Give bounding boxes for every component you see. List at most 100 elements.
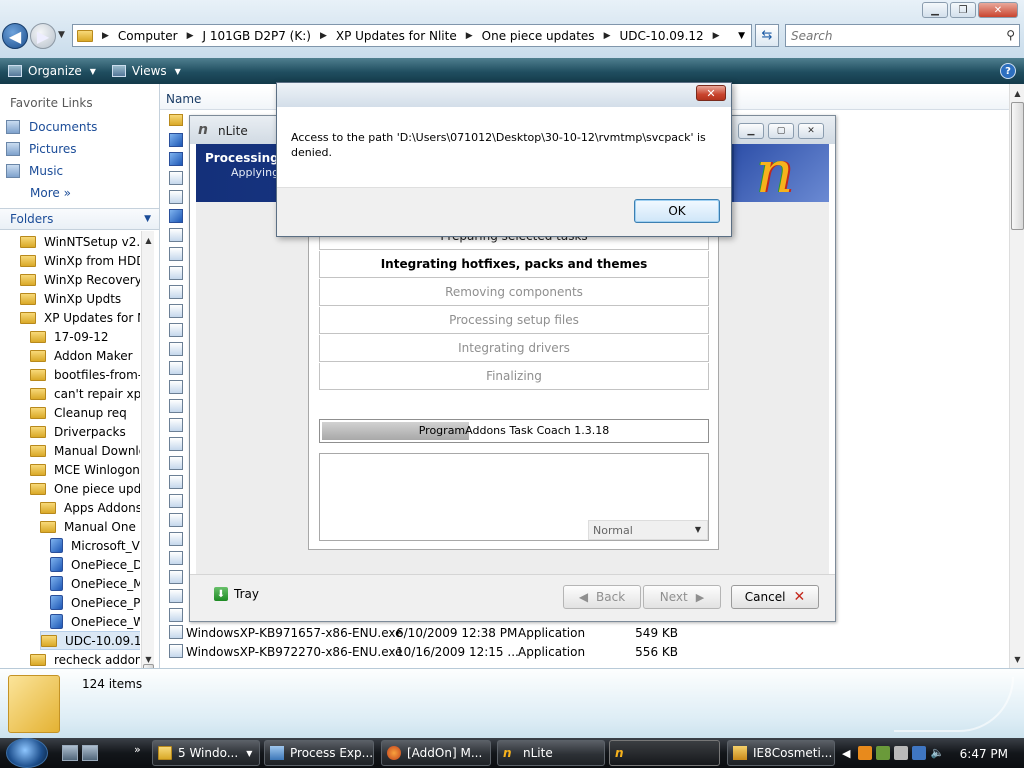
tree-item[interactable]: OnePiece_W (50, 612, 140, 631)
tree-item[interactable]: One piece updat (30, 479, 140, 498)
close-button[interactable]: ✕ (978, 2, 1018, 18)
quick-launch-more-icon[interactable]: » (134, 743, 141, 756)
chevron-right-icon[interactable]: ▶ (466, 31, 473, 41)
taskbar-button-label: IE8Cosmeti... (753, 746, 833, 760)
breadcrumb-xp-updates[interactable]: XP Updates for Nlite (336, 29, 457, 43)
refresh-button[interactable]: ⇆ (755, 24, 779, 47)
tray-app-icon[interactable] (858, 746, 873, 760)
tree-item[interactable]: WinXp Recovery D (20, 270, 140, 289)
tree-item[interactable]: UDC-10.09.12 (40, 631, 140, 650)
tree-item[interactable]: Manual Downloa (30, 441, 140, 460)
chevron-right-icon[interactable]: ▶ (187, 31, 194, 41)
favorite-link-music[interactable]: Music (6, 164, 63, 178)
application-icon (169, 285, 183, 299)
minimize-button[interactable]: ▁ (738, 123, 764, 139)
taskbar-button-process-explorer[interactable]: Process Exp... (264, 740, 374, 766)
back-button[interactable]: ◀ Back (563, 585, 641, 609)
tree-item[interactable]: Apps Addons (40, 498, 140, 517)
tray-expand-icon[interactable]: ◀ (842, 747, 850, 760)
favorite-link-pictures[interactable]: Pictures (6, 142, 77, 156)
minimize-button[interactable]: ▁ (922, 2, 948, 18)
chevron-right-icon[interactable]: ▶ (713, 31, 720, 41)
search-box[interactable]: ⚲ (785, 24, 1020, 47)
tree-item[interactable]: recheck addons (30, 650, 140, 668)
search-icon[interactable]: ⚲ (1006, 28, 1015, 42)
tree-item[interactable]: Microsoft_VC (50, 536, 140, 555)
network-icon[interactable] (912, 746, 927, 760)
tree-item[interactable]: OnePiece_M (50, 574, 140, 593)
address-dropdown-icon[interactable]: ▼ (738, 31, 745, 41)
column-header-name[interactable]: Name (166, 92, 201, 106)
breadcrumb-udc[interactable]: UDC-10.09.12 (619, 29, 703, 43)
start-button[interactable] (6, 738, 48, 768)
table-row[interactable]: WindowsXP-KB971657-x86-ENU.exe 6/10/2009… (168, 623, 678, 642)
close-button[interactable]: ✕ (798, 123, 824, 139)
tree-item[interactable]: XP Updates for Nlit (20, 308, 140, 327)
taskbar-button-ie8cosmetic[interactable]: IE8Cosmeti... (727, 740, 835, 766)
tree-item[interactable]: WinXp Updts (20, 289, 121, 308)
tree-item[interactable]: Manual One Pi (40, 517, 140, 536)
breadcrumb-one-piece[interactable]: One piece updates (482, 29, 595, 43)
help-icon[interactable]: ? (1000, 63, 1016, 79)
scroll-up-icon[interactable]: ▲ (1011, 86, 1024, 100)
folder-icon (20, 311, 36, 324)
tree-item[interactable]: MCE Winlogon N (30, 460, 140, 479)
table-row[interactable]: WindowsXP-KB972270-x86-ENU.exe 10/16/200… (168, 642, 678, 661)
tree-item[interactable]: OnePiece_Di (50, 555, 140, 574)
file-list-scrollbar[interactable]: ▲ ▼ (1009, 84, 1024, 668)
process-explorer-icon (270, 746, 284, 760)
tray-app-icon[interactable] (876, 746, 891, 760)
clock[interactable]: 6:47 PM (960, 747, 1008, 761)
favorite-link-label: Pictures (29, 142, 77, 156)
tree-item[interactable]: OnePiece_Pl (50, 593, 140, 612)
log-box: Normal ▼ (319, 453, 709, 541)
more-link[interactable]: More » (30, 186, 71, 200)
maximize-button[interactable]: ❐ (950, 2, 976, 18)
folders-header[interactable]: Folders ▼ (0, 208, 159, 230)
organize-button[interactable]: Organize ▼ (0, 60, 104, 82)
tree-item[interactable]: Cleanup req (30, 403, 127, 422)
taskbar-button-nlite-dialog[interactable]: n (609, 740, 720, 766)
tree-item[interactable]: Driverpacks (30, 422, 126, 441)
switch-windows-icon[interactable] (82, 745, 98, 761)
scroll-up-icon[interactable]: ▲ (142, 233, 155, 247)
favorite-link-documents[interactable]: Documents (6, 120, 97, 134)
search-input[interactable] (791, 28, 991, 43)
show-desktop-icon[interactable] (62, 745, 78, 761)
chevron-right-icon[interactable]: ▶ (320, 31, 327, 41)
breadcrumb-drive[interactable]: J 101GB D2P7 (K:) (203, 29, 311, 43)
chevron-right-icon[interactable]: ▶ (604, 31, 611, 41)
address-bar[interactable]: ▶ Computer ▶ J 101GB D2P7 (K:) ▶ XP Upda… (72, 24, 752, 47)
tree-item[interactable]: bootfiles-from-t (30, 365, 140, 384)
dialog-close-button[interactable]: ✕ (696, 85, 726, 101)
file-size: 549 KB (635, 625, 678, 640)
ok-button[interactable]: OK (634, 199, 720, 223)
taskbar-button-explorer[interactable]: 5 Windo... ▼ (152, 740, 260, 766)
views-button[interactable]: Views ▼ (104, 60, 189, 82)
breadcrumb-computer[interactable]: Computer (118, 29, 178, 43)
maximize-button[interactable]: ▢ (768, 123, 794, 139)
dialog-titlebar[interactable]: ✕ (277, 83, 731, 107)
recent-pages-dropdown[interactable]: ▼ (58, 30, 65, 40)
scroll-down-icon[interactable]: ▼ (1011, 652, 1024, 666)
tree-item[interactable]: can't repair xp - I (30, 384, 140, 403)
file-list-scroll-thumb[interactable] (1011, 102, 1024, 230)
tree-item[interactable]: WinXp from HDD (20, 251, 140, 270)
priority-select[interactable]: Normal ▼ (588, 520, 708, 540)
tray-app-icon[interactable] (894, 746, 909, 760)
back-button[interactable]: ◀ (2, 23, 28, 49)
taskbar-button-nlite[interactable]: n nLite (497, 740, 605, 766)
tray-button[interactable]: ⬇ Tray (214, 587, 259, 601)
tree-item[interactable]: Addon Maker (30, 346, 133, 365)
scroll-down-icon[interactable]: ▼ (142, 652, 155, 666)
volume-icon[interactable]: 🔈 (930, 746, 944, 760)
tree-item[interactable]: 17-09-12 (30, 327, 108, 346)
next-button[interactable]: Next ▶ (643, 585, 721, 609)
cancel-button[interactable]: Cancel ✕ (731, 585, 819, 609)
tree-scrollbar[interactable]: ▲ ▼ (141, 231, 155, 692)
taskbar-button-firefox[interactable]: [AddOn] M... (381, 740, 491, 766)
forward-button[interactable]: ▶ (30, 23, 56, 49)
folder-icon (169, 114, 183, 126)
tree-item[interactable]: WinNTSetup v2.3 - (20, 232, 140, 251)
decorative-swoosh (894, 677, 1014, 732)
